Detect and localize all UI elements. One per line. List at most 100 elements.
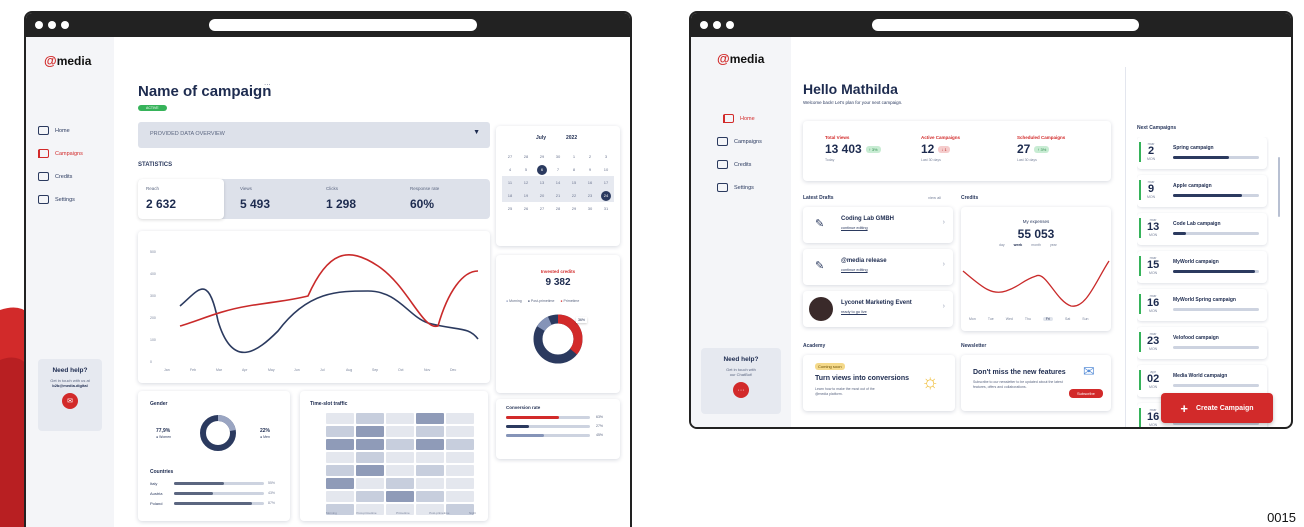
calendar-day[interactable]: 27	[502, 150, 518, 163]
calendar-day[interactable]: 31	[598, 202, 614, 215]
home-icon	[38, 126, 49, 135]
calendar-day[interactable]: 22	[566, 189, 582, 202]
stat-reach[interactable]: Reach 2 632	[138, 179, 224, 219]
address-bar[interactable]	[209, 19, 477, 31]
period-tab[interactable]: day	[999, 243, 1005, 247]
calendar-day[interactable]: 4	[502, 163, 518, 176]
invested-credits-card: Invested credits 9 382 ● Morning ● Post-…	[496, 255, 620, 393]
kpi-card: Total Views 13 403 ↑ 3% Today Active Campaig…	[803, 121, 1111, 181]
calendar-day[interactable]: 28	[550, 202, 566, 215]
chat-icon[interactable]: ···	[733, 382, 749, 398]
calendar-day[interactable]: 18	[502, 189, 518, 202]
calendar-day[interactable]: 10	[598, 163, 614, 176]
calendar-day[interactable]: 29	[534, 150, 550, 163]
calendar-day[interactable]: 2	[582, 150, 598, 163]
logo[interactable]: @media	[44, 53, 91, 68]
draft-action-link[interactable]: ready to go live	[841, 310, 867, 314]
campaign-item[interactable]: mar 23 MON Velofood campaign	[1137, 327, 1267, 359]
calendar-day[interactable]: 13	[534, 176, 550, 189]
draft-item[interactable]: ✎ Coding Lab GMBH continue editing ›	[803, 207, 953, 243]
more-menu-icon[interactable]: ...	[264, 78, 271, 87]
day-label[interactable]: Mon	[969, 317, 976, 321]
campaign-item[interactable]: mar 16 MON MyWorld Spring campaign	[1137, 289, 1267, 321]
calendar-day[interactable]: 15	[566, 176, 582, 189]
help-email[interactable]: b2b@media.digital	[38, 383, 102, 388]
calendar-day[interactable]: 5	[518, 163, 534, 176]
window-dot[interactable]	[726, 21, 734, 29]
calendar-day[interactable]: 9	[582, 163, 598, 176]
calendar-day[interactable]: 3	[598, 150, 614, 163]
calendar-day[interactable]: 11	[502, 176, 518, 189]
calendar-day[interactable]: 20	[534, 189, 550, 202]
calendar-year[interactable]: 2022	[566, 135, 577, 141]
campaign-item[interactable]: mar 2 MON Spring campaign	[1137, 137, 1267, 169]
draft-title: Lyconet Marketing Event	[841, 300, 912, 306]
nav-home[interactable]: Home	[26, 119, 114, 142]
calendar-day[interactable]: 23	[582, 189, 598, 202]
period-tab[interactable]: month	[1031, 243, 1041, 247]
window-dot[interactable]	[61, 21, 69, 29]
calendar-day[interactable]: 16	[582, 176, 598, 189]
campaign-item[interactable]: mar 15 MON MyWorld campaign	[1137, 251, 1267, 283]
calendar-day[interactable]: 27	[534, 202, 550, 215]
scrollbar[interactable]	[1278, 157, 1280, 217]
window-dot[interactable]	[48, 21, 56, 29]
calendar-day[interactable]: 30	[582, 202, 598, 215]
logo[interactable]: @media	[717, 51, 764, 66]
calendar-day[interactable]: 19	[518, 189, 534, 202]
draft-item[interactable]: ✎ @media release continue editing ›	[803, 249, 953, 285]
calendar-day[interactable]: 6	[534, 163, 550, 176]
window-dot[interactable]	[700, 21, 708, 29]
nav-home[interactable]: Home	[691, 107, 791, 130]
nav-credits[interactable]: Credits	[691, 153, 791, 176]
window-dot[interactable]	[713, 21, 721, 29]
calendar-day[interactable]: 25	[502, 202, 518, 215]
day-label[interactable]: Tue	[988, 317, 994, 321]
calendar-day[interactable]: 26	[518, 202, 534, 215]
calendar-day[interactable]: 14	[550, 176, 566, 189]
draft-item[interactable]: Lyconet Marketing Event ready to go live ›	[803, 291, 953, 327]
day-label[interactable]: Wed	[1006, 317, 1013, 321]
heat-cell	[356, 439, 384, 450]
data-overview-dropdown[interactable]: PROVIDED DATA OVERVIEW ▼	[138, 122, 490, 148]
y-tick-label: 100	[150, 338, 156, 342]
view-all-link[interactable]: view all	[928, 195, 941, 200]
calendar-day[interactable]: 21	[550, 189, 566, 202]
nav-credits[interactable]: Credits	[26, 165, 114, 188]
subscribe-button[interactable]: Subscribe	[1069, 389, 1103, 398]
day-label[interactable]: Thu	[1025, 317, 1031, 321]
calendar-day[interactable]: 7	[550, 163, 566, 176]
period-tab[interactable]: week	[1014, 243, 1023, 247]
calendar-day[interactable]: 8	[566, 163, 582, 176]
draft-action-link[interactable]: continue editing	[841, 226, 868, 230]
nav-settings[interactable]: Settings	[691, 176, 791, 199]
x-tick-label: May	[268, 368, 275, 372]
kpi-sub: Today	[825, 158, 835, 162]
draft-action-link[interactable]: continue editing	[841, 268, 868, 272]
stat-label: Reach	[146, 186, 160, 191]
day-label[interactable]: Sun	[1082, 317, 1088, 321]
create-campaign-button[interactable]: + Create Campaign	[1161, 393, 1273, 423]
day-label[interactable]: Sat	[1065, 317, 1070, 321]
timeslot-col-label: Morning	[326, 511, 337, 515]
calendar-day[interactable]: 24	[598, 189, 614, 202]
campaign-item[interactable]: mar 9 MON Apple campaign	[1137, 175, 1267, 207]
edit-icon: ✎	[815, 218, 825, 230]
campaign-item[interactable]: mar 13 MON Code Lab campaign	[1137, 213, 1267, 245]
period-tab[interactable]: year	[1050, 243, 1057, 247]
nav-campaigns[interactable]: Campaigns	[26, 142, 114, 165]
calendar-day[interactable]: 29	[566, 202, 582, 215]
nav-campaigns[interactable]: Campaigns	[691, 130, 791, 153]
calendar-month[interactable]: July	[536, 135, 546, 141]
calendar-day[interactable]: 30	[550, 150, 566, 163]
mail-icon[interactable]: ✉	[62, 393, 78, 409]
day-label[interactable]: Fri	[1042, 317, 1053, 321]
calendar-day[interactable]: 1	[566, 150, 582, 163]
calendar-day[interactable]: 17	[598, 176, 614, 189]
calendar-day[interactable]: 12	[518, 176, 534, 189]
address-bar[interactable]	[872, 19, 1139, 31]
academy-card[interactable]: Coming soon Turn views into conversions …	[803, 355, 955, 411]
calendar-day[interactable]: 28	[518, 150, 534, 163]
nav-settings[interactable]: Settings	[26, 188, 114, 211]
window-dot[interactable]	[35, 21, 43, 29]
